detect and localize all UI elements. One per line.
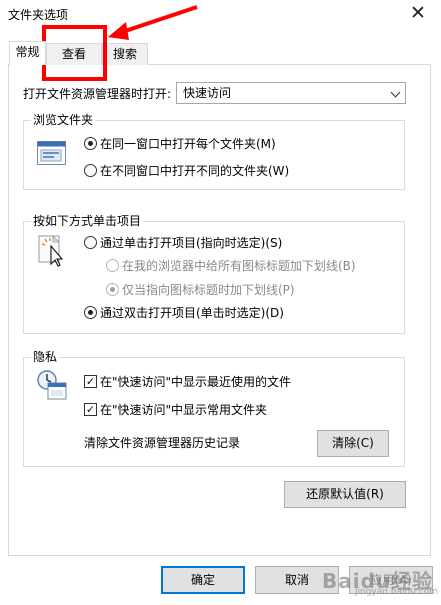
single-click-label: 通过单击打开项目(指向时选定)(S) [100, 236, 283, 250]
radio-underline-point[interactable] [106, 283, 119, 296]
show-frequent-label: 在"快速访问"中显示常用文件夹 [100, 403, 268, 417]
open-explorer-label: 打开文件资源管理器时打开: [23, 87, 172, 101]
checkbox-show-frequent[interactable]: ✓ [84, 403, 97, 416]
clear-button[interactable]: 清除(C) [317, 430, 389, 457]
tab-general[interactable]: 常规 [9, 41, 46, 65]
show-recent-label: 在"快速访问"中显示最近使用的文件 [100, 375, 292, 389]
new-window-label: 在不同窗口中打开不同的文件夹(W) [100, 164, 290, 178]
watermark-url: jingyan.baidu.com [355, 587, 439, 597]
clear-history-label: 清除文件资源管理器历史记录 [84, 436, 241, 450]
radio-double-click[interactable] [84, 306, 97, 319]
recent-files-icon [37, 370, 67, 400]
pointer-click-icon [38, 235, 64, 267]
radio-single-click[interactable] [84, 236, 97, 249]
window-title: 文件夹选项 [8, 8, 69, 22]
restore-defaults-button[interactable]: 还原默认值(R) [284, 481, 406, 508]
chevron-down-icon [390, 87, 401, 98]
browse-folders-group [23, 120, 405, 190]
radio-new-window[interactable] [84, 164, 97, 177]
annotation-highlight-box [42, 25, 107, 81]
click-items-title: 按如下方式单击项目 [31, 214, 144, 228]
same-window-label: 在同一窗口中打开每个文件夹(M) [100, 137, 276, 151]
close-icon[interactable]: ✕ [406, 2, 430, 24]
open-explorer-select[interactable]: 快速访问 [176, 82, 406, 104]
ok-button[interactable]: 确定 [161, 566, 245, 594]
privacy-title: 隐私 [31, 350, 60, 364]
open-explorer-value: 快速访问 [183, 86, 232, 100]
double-click-label: 通过双击打开项目(单击时选定)(D) [100, 306, 284, 320]
folder-window-icon [37, 141, 66, 165]
radio-same-window[interactable] [84, 137, 97, 150]
annotation-arrow-icon [108, 5, 198, 40]
browse-folders-title: 浏览文件夹 [31, 113, 96, 127]
checkbox-show-recent[interactable]: ✓ [84, 375, 97, 388]
radio-underline-all[interactable] [106, 259, 119, 272]
underline-point-label: 仅当指向图标标题时加下划线(P) [122, 283, 295, 297]
underline-all-label: 在我的浏览器中给所有图标标题加下划线(B) [122, 259, 356, 273]
